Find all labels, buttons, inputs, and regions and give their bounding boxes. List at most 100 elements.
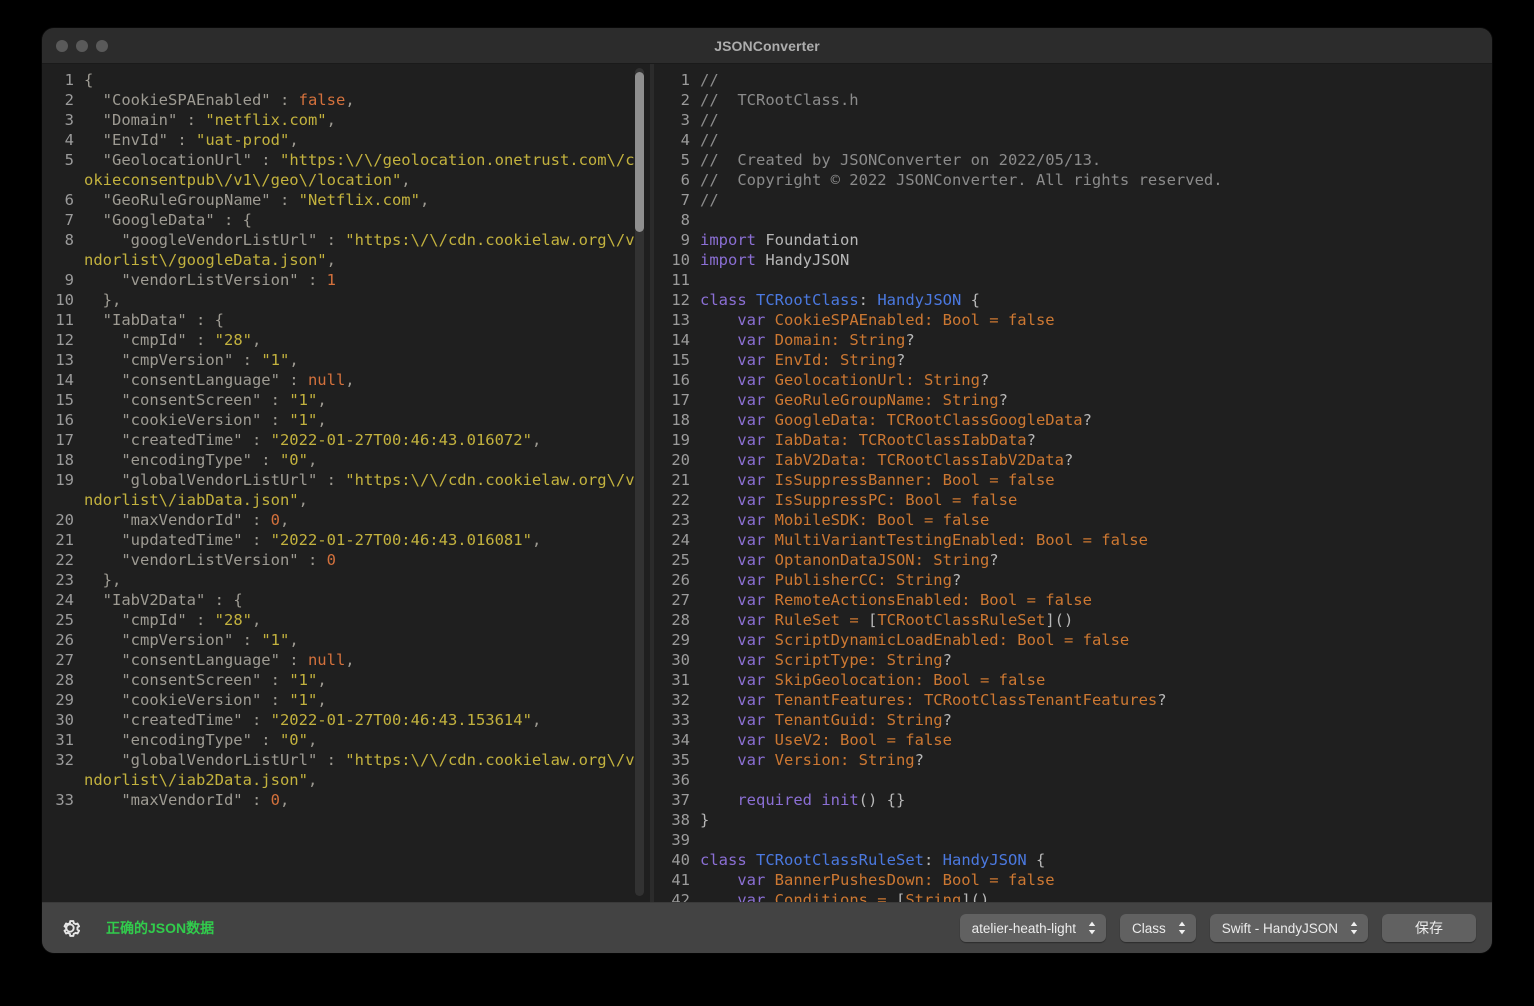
line-source[interactable]: "createdTime" : "2022-01-27T00:46:43.016…: [84, 430, 650, 450]
line-source[interactable]: "EnvId" : "uat-prod",: [84, 130, 650, 150]
line-source[interactable]: "encodingType" : "0",: [84, 450, 650, 470]
code-line: 3 //: [654, 110, 1492, 130]
line-source[interactable]: var ScriptType: String?: [700, 650, 1492, 670]
line-source[interactable]: var IabData: TCRootClassIabData?: [700, 430, 1492, 450]
line-source[interactable]: "IabV2Data" : {: [84, 590, 650, 610]
line-source[interactable]: // Copyright © 2022 JSONConverter. All r…: [700, 170, 1492, 190]
language-select[interactable]: Swift - HandyJSON: [1209, 914, 1368, 942]
line-source[interactable]: "maxVendorId" : 0,: [84, 510, 650, 530]
struct-type-select[interactable]: Class: [1119, 914, 1196, 942]
line-source[interactable]: var GoogleData: TCRootClassGoogleData?: [700, 410, 1492, 430]
code-token: [: [895, 891, 906, 902]
close-button[interactable]: [56, 39, 68, 52]
line-source[interactable]: // Created by JSONConverter on 2022/05/1…: [700, 150, 1492, 170]
line-source[interactable]: var GeoRuleGroupName: String?: [700, 390, 1492, 410]
line-source[interactable]: var Conditions = [String](): [700, 890, 1492, 902]
line-source[interactable]: var PublisherCC: String?: [700, 570, 1492, 590]
line-source[interactable]: var ScriptDynamicLoadEnabled: Bool = fal…: [700, 630, 1492, 650]
code-line: 5 // Created by JSONConverter on 2022/05/…: [654, 150, 1492, 170]
line-source[interactable]: "maxVendorId" : 0,: [84, 790, 650, 810]
line-source[interactable]: "cmpVersion" : "1",: [84, 630, 650, 650]
code-token: {: [1026, 851, 1046, 869]
code-line: 6 // Copyright © 2022 JSONConverter. All …: [654, 170, 1492, 190]
line-source[interactable]: "CookieSPAEnabled" : false,: [84, 90, 650, 110]
line-source[interactable]: "globalVendorListUrl" : "https:\/\/cdn.c…: [84, 470, 650, 510]
line-source[interactable]: "googleVendorListUrl" : "https:\/\/cdn.c…: [84, 230, 650, 270]
line-source[interactable]: import Foundation: [700, 230, 1492, 250]
minimize-button[interactable]: [76, 39, 88, 52]
line-source[interactable]: //: [700, 190, 1492, 210]
line-source[interactable]: "cookieVersion" : "1",: [84, 690, 650, 710]
line-source[interactable]: "createdTime" : "2022-01-27T00:46:43.153…: [84, 710, 650, 730]
code-token: var: [737, 531, 766, 549]
line-source[interactable]: "vendorListVersion" : 0: [84, 550, 650, 570]
line-source[interactable]: "encodingType" : "0",: [84, 730, 650, 750]
line-source[interactable]: // TCRootClass.h: [700, 90, 1492, 110]
code-token: PublisherCC: String: [765, 571, 952, 589]
line-source[interactable]: var TenantFeatures: TCRootClassTenantFea…: [700, 690, 1492, 710]
line-source[interactable]: "consentLanguage" : null,: [84, 370, 650, 390]
line-source[interactable]: var MobileSDK: Bool = false: [700, 510, 1492, 530]
line-source[interactable]: var Domain: String?: [700, 330, 1492, 350]
code-line: 30 "createdTime" : "2022-01-27T00:46:43.…: [42, 710, 650, 730]
swift-output-pane[interactable]: 1 // 2 // TCRootClass.h 3 // 4 // 5 // Created by…: [654, 64, 1492, 902]
theme-select[interactable]: atelier-heath-light: [959, 914, 1106, 942]
line-source[interactable]: var SkipGeolocation: Bool = false: [700, 670, 1492, 690]
line-source[interactable]: var EnvId: String?: [700, 350, 1492, 370]
line-source[interactable]: "GeoRuleGroupName" : "Netflix.com",: [84, 190, 650, 210]
line-source[interactable]: },: [84, 290, 650, 310]
line-source[interactable]: class TCRootClass: HandyJSON {: [700, 290, 1492, 310]
json-input-pane[interactable]: 1{2 "CookieSPAEnabled" : false, 3 "Domain…: [42, 64, 650, 902]
line-source[interactable]: },: [84, 570, 650, 590]
line-source[interactable]: var GeolocationUrl: String?: [700, 370, 1492, 390]
line-source[interactable]: "cmpId" : "28",: [84, 610, 650, 630]
line-source[interactable]: var OptanonDataJSON: String?: [700, 550, 1492, 570]
line-source[interactable]: "updatedTime" : "2022-01-27T00:46:43.016…: [84, 530, 650, 550]
line-source[interactable]: {: [84, 70, 650, 90]
code-token: TCRootClassRuleSet: [756, 851, 924, 869]
code-token: TCRootClass: [756, 291, 859, 309]
line-source[interactable]: class TCRootClassRuleSet: HandyJSON {: [700, 850, 1492, 870]
swift-code-content[interactable]: 1 // 2 // TCRootClass.h 3 // 4 // 5 // Created by…: [654, 64, 1492, 902]
line-source[interactable]: //: [700, 110, 1492, 130]
line-source[interactable]: var RuleSet = [TCRootClassRuleSet](): [700, 610, 1492, 630]
line-source[interactable]: var BannerPushesDown: Bool = false: [700, 870, 1492, 890]
line-source[interactable]: var Version: String?: [700, 750, 1492, 770]
line-source[interactable]: var IsSuppressPC: Bool = false: [700, 490, 1492, 510]
code-line: 8 "googleVendorListUrl" : "https:\/\/cdn…: [42, 230, 650, 270]
line-source[interactable]: "cmpId" : "28",: [84, 330, 650, 350]
line-source[interactable]: "IabData" : {: [84, 310, 650, 330]
line-source[interactable]: "vendorListVersion" : 1: [84, 270, 650, 290]
save-button[interactable]: 保存: [1382, 914, 1476, 942]
line-source[interactable]: "GeolocationUrl" : "https:\/\/geolocatio…: [84, 150, 650, 190]
line-source[interactable]: var CookieSPAEnabled: Bool = false: [700, 310, 1492, 330]
line-source[interactable]: //: [700, 130, 1492, 150]
line-source[interactable]: "GoogleData" : {: [84, 210, 650, 230]
line-source[interactable]: }: [700, 810, 1492, 830]
line-source[interactable]: var IsSuppressBanner: Bool = false: [700, 470, 1492, 490]
line-source[interactable]: "Domain" : "netflix.com",: [84, 110, 650, 130]
line-source[interactable]: required init() {}: [700, 790, 1492, 810]
code-line: 36: [654, 770, 1492, 790]
line-source[interactable]: var MultiVariantTestingEnabled: Bool = f…: [700, 530, 1492, 550]
line-source[interactable]: var IabV2Data: TCRootClassIabV2Data?: [700, 450, 1492, 470]
line-source[interactable]: "consentScreen" : "1",: [84, 670, 650, 690]
line-source[interactable]: import HandyJSON: [700, 250, 1492, 270]
line-source[interactable]: "cmpVersion" : "1",: [84, 350, 650, 370]
json-pane-scrollbar[interactable]: [635, 68, 644, 896]
gear-icon[interactable]: [58, 916, 82, 940]
line-source[interactable]: var UseV2: Bool = false: [700, 730, 1492, 750]
line-source[interactable]: "consentLanguage" : null,: [84, 650, 650, 670]
line-source[interactable]: var TenantGuid: String?: [700, 710, 1492, 730]
line-source[interactable]: "consentScreen" : "1",: [84, 390, 650, 410]
line-number: 26: [671, 571, 690, 589]
line-source[interactable]: //: [700, 70, 1492, 90]
line-source[interactable]: "globalVendorListUrl" : "https:\/\/cdn.c…: [84, 750, 650, 790]
json-code-content[interactable]: 1{2 "CookieSPAEnabled" : false, 3 "Domain…: [42, 64, 650, 810]
line-source[interactable]: var RemoteActionsEnabled: Bool = false: [700, 590, 1492, 610]
zoom-button[interactable]: [96, 39, 108, 52]
scrollbar-thumb[interactable]: [635, 72, 644, 232]
line-source[interactable]: "cookieVersion" : "1",: [84, 410, 650, 430]
line-number: 3: [64, 111, 74, 129]
